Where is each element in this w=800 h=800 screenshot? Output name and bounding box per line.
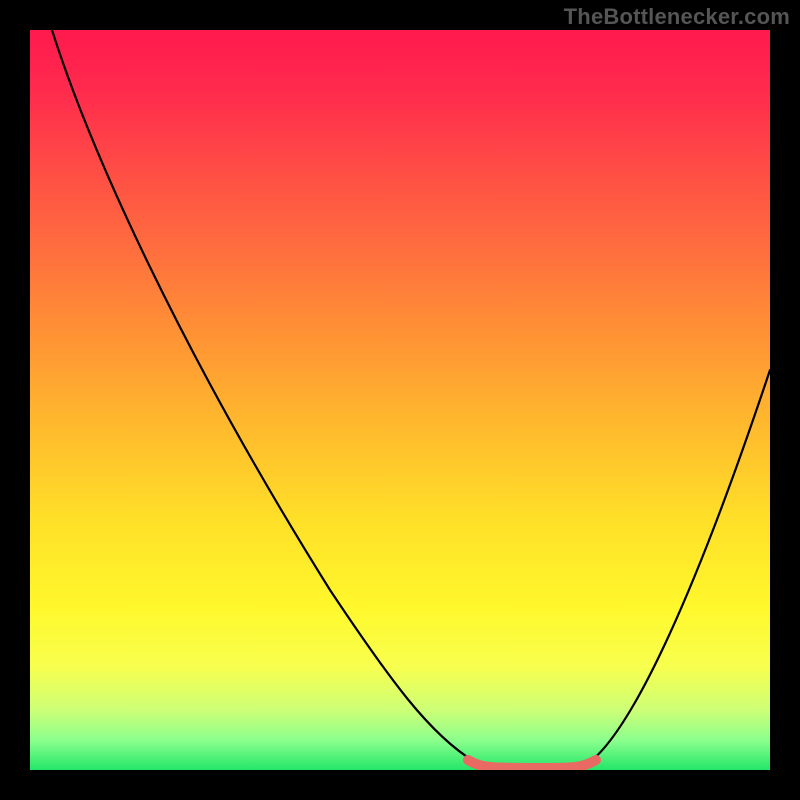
- watermark-text: TheBottlenecker.com: [564, 4, 790, 30]
- chart-frame: TheBottlenecker.com: [0, 0, 800, 800]
- curve-layer: [30, 30, 770, 770]
- curve-right-ascent: [590, 370, 770, 762]
- optimal-range-marker: [468, 760, 596, 768]
- bottleneck-curve: [52, 30, 770, 768]
- plot-area: [30, 30, 770, 770]
- curve-left-descent: [52, 30, 475, 762]
